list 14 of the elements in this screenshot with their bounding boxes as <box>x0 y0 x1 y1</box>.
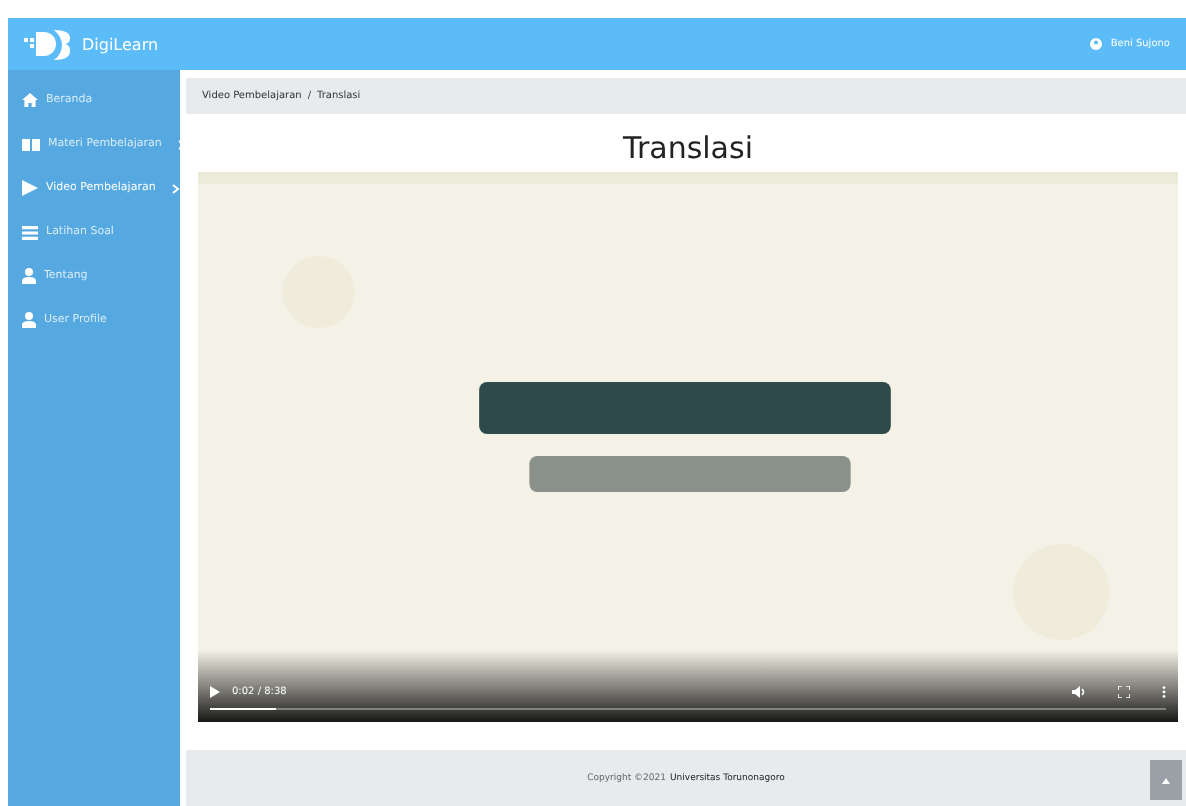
user-icon <box>22 312 36 328</box>
logo-icon <box>24 28 72 60</box>
home-icon <box>22 92 38 108</box>
play-icon <box>22 180 38 196</box>
user-icon <box>22 268 36 284</box>
book-icon <box>22 137 40 151</box>
volume-icon[interactable] <box>1072 685 1086 697</box>
list-icon <box>22 225 38 239</box>
brand-name[interactable]: DigiLearn <box>82 35 159 53</box>
caret-icon <box>1162 777 1170 783</box>
fullscreen-icon[interactable] <box>1118 685 1130 697</box>
page-title: Translasi <box>623 130 753 166</box>
play-icon[interactable] <box>210 685 220 697</box>
user-icon <box>1090 38 1103 50</box>
